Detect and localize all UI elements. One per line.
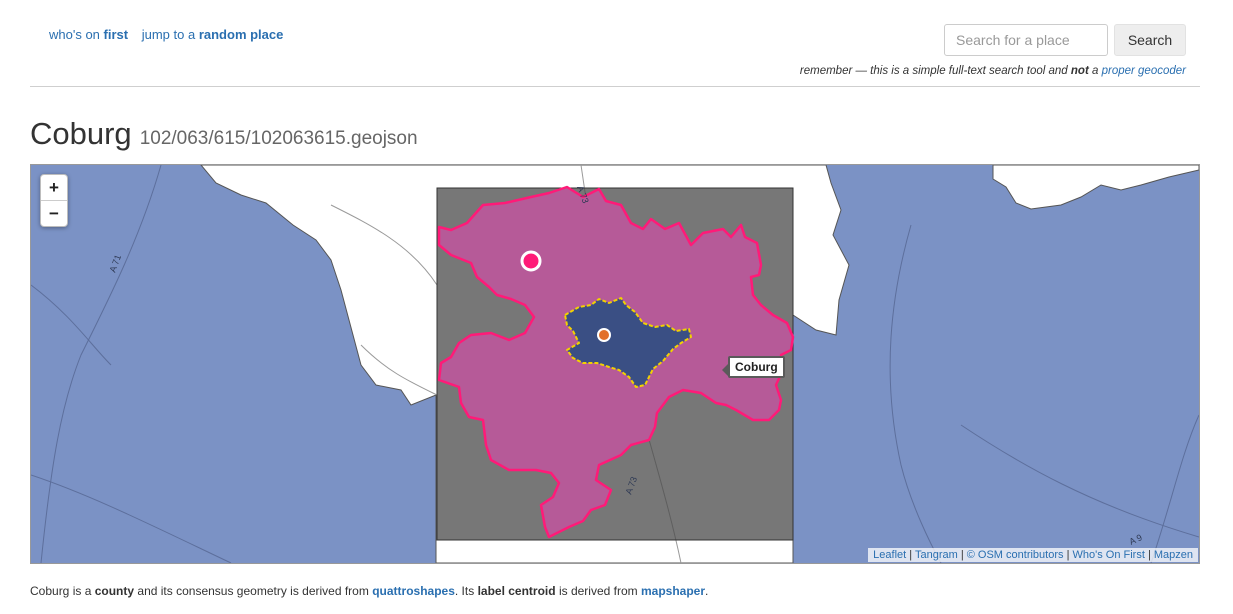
geom-centroid-marker[interactable] <box>597 328 611 342</box>
search-button[interactable]: Search <box>1114 24 1186 56</box>
attribution-wof-link[interactable]: Who's On First <box>1072 549 1144 561</box>
map-attribution: Leaflet | Tangram | © OSM contributors |… <box>868 548 1198 562</box>
placetype: county <box>94 584 135 598</box>
attribution-leaflet-link[interactable]: Leaflet <box>873 549 906 561</box>
zoom-in-button[interactable]: + <box>41 175 67 201</box>
attribution-mapzen-link[interactable]: Mapzen <box>1154 549 1193 561</box>
quattroshapes-link[interactable]: quattroshapes <box>372 584 455 598</box>
page-title: Coburg 102/063/615/102063615.geojson <box>30 116 418 152</box>
search-input[interactable] <box>944 24 1108 56</box>
mapshaper-link[interactable]: mapshaper <box>641 584 705 598</box>
zoom-out-button[interactable]: − <box>41 201 67 226</box>
attribution-tangram-link[interactable]: Tangram <box>915 549 958 561</box>
search-disclaimer: remember — this is a simple full-text se… <box>799 65 1186 77</box>
geojson-path[interactable]: 102/063/615/102063615.geojson <box>140 128 418 149</box>
place-description: Coburg is a county and its consensus geo… <box>30 584 709 598</box>
label-centroid-marker[interactable] <box>520 250 542 272</box>
zoom-control: + − <box>40 174 68 227</box>
proper-geocoder-link[interactable]: proper geocoder <box>1102 65 1186 77</box>
map-view[interactable]: A 73 A 71 A 73 A 9 + − Coburg Leaflet | … <box>30 164 1200 564</box>
top-nav: who's on first jump to a random place <box>49 27 293 42</box>
whos-on-first-link[interactable]: who's on first <box>49 27 128 42</box>
place-name: Coburg <box>30 116 132 151</box>
map-canvas[interactable]: A 73 A 71 A 73 A 9 <box>31 165 1199 563</box>
attribution-osm-link[interactable]: © OSM contributors <box>967 549 1064 561</box>
place-tooltip: Coburg <box>722 356 785 378</box>
random-place-link[interactable]: jump to a random place <box>142 27 284 42</box>
header-divider <box>30 86 1200 87</box>
